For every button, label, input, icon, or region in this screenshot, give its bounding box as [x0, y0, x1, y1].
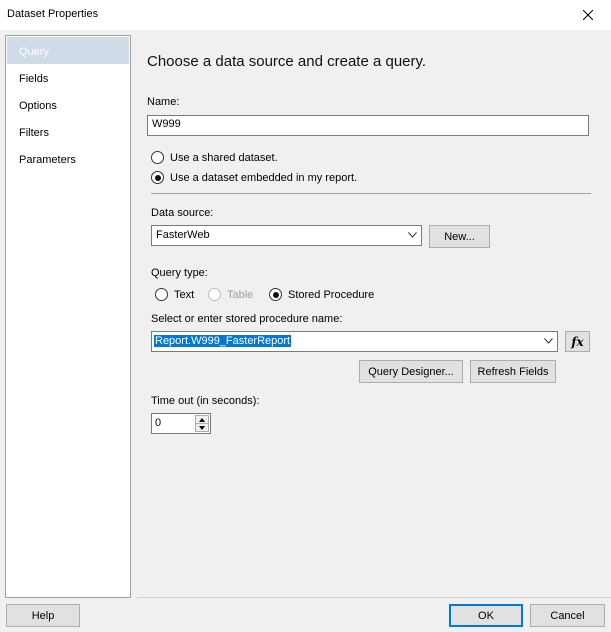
timeout-value: 0 [155, 417, 162, 429]
nav-item-label: Parameters [19, 154, 76, 166]
nav-item-query[interactable]: Query [7, 37, 129, 64]
nav-item-label: Filters [19, 127, 49, 139]
triangle-down-icon [199, 425, 205, 430]
radio-circle-checked [151, 171, 164, 184]
chevron-down-icon [408, 232, 417, 238]
triangle-up-icon [199, 417, 205, 422]
expression-button[interactable]: fx [565, 331, 590, 352]
radio-query-type-text[interactable]: Text [155, 288, 194, 301]
radio-label: Table [227, 288, 254, 301]
radio-query-type-table: Table [208, 288, 253, 301]
timeout-label: Time out (in seconds): [151, 395, 260, 407]
radio-circle-checked [269, 288, 282, 301]
close-icon [583, 10, 593, 20]
radio-circle [208, 288, 221, 301]
cancel-button[interactable]: Cancel [530, 604, 605, 627]
data-source-label: Data source: [151, 207, 214, 219]
fx-icon: fx [571, 334, 584, 349]
refresh-fields-button[interactable]: Refresh Fields [470, 360, 556, 383]
query-type-label: Query type: [151, 267, 208, 279]
content-panel: Choose a data source and create a query.… [137, 35, 611, 598]
radio-shared-dataset[interactable]: Use a shared dataset. [151, 151, 278, 164]
radio-label: Text [174, 288, 195, 301]
nav-panel: Query Fields Options Filters Parameters [5, 35, 131, 598]
nav-item-options[interactable]: Options [7, 91, 129, 118]
title-bar: Dataset Properties [0, 0, 611, 30]
radio-label: Stored Procedure [288, 288, 375, 301]
window-title: Dataset Properties [7, 8, 99, 20]
radio-embedded-dataset[interactable]: Use a dataset embedded in my report. [151, 171, 357, 184]
footer-divider [137, 597, 611, 598]
data-source-dropdown[interactable]: FasterWeb [151, 225, 422, 246]
name-field-value: W999 [152, 118, 181, 130]
page-heading: Choose a data source and create a query. [147, 53, 427, 70]
radio-circle [151, 151, 164, 164]
help-button[interactable]: Help [6, 604, 80, 627]
timeout-stepper[interactable]: 0 [151, 413, 211, 434]
selected-text: Report.W999_FasterReport [154, 335, 292, 347]
new-data-source-button[interactable]: New... [429, 225, 490, 248]
nav-item-label: Options [19, 100, 57, 112]
query-designer-button[interactable]: Query Designer... [359, 360, 463, 383]
name-label: Name: [147, 96, 180, 108]
stored-procedure-label: Select or enter stored procedure name: [151, 313, 343, 325]
radio-label: Use a shared dataset. [170, 151, 278, 164]
stored-procedure-combobox[interactable]: Report.W999_FasterReport [151, 331, 558, 352]
nav-item-label: Fields [19, 73, 49, 85]
close-button[interactable] [565, 0, 611, 30]
nav-item-fields[interactable]: Fields [7, 64, 129, 91]
data-source-value: FasterWeb [156, 229, 210, 241]
chevron-down-icon [544, 338, 553, 344]
ok-button[interactable]: OK [449, 604, 523, 627]
radio-circle [155, 288, 168, 301]
nav-item-label: Query [19, 46, 49, 58]
name-field[interactable]: W999 [147, 115, 589, 136]
nav-item-filters[interactable]: Filters [7, 118, 129, 145]
stepper-down-button[interactable] [195, 423, 209, 432]
divider [151, 193, 591, 194]
radio-label: Use a dataset embedded in my report. [170, 171, 358, 184]
stored-procedure-value: Report.W999_FasterReport [154, 335, 292, 347]
nav-item-parameters[interactable]: Parameters [7, 145, 129, 172]
radio-query-type-stored-procedure[interactable]: Stored Procedure [269, 288, 374, 301]
